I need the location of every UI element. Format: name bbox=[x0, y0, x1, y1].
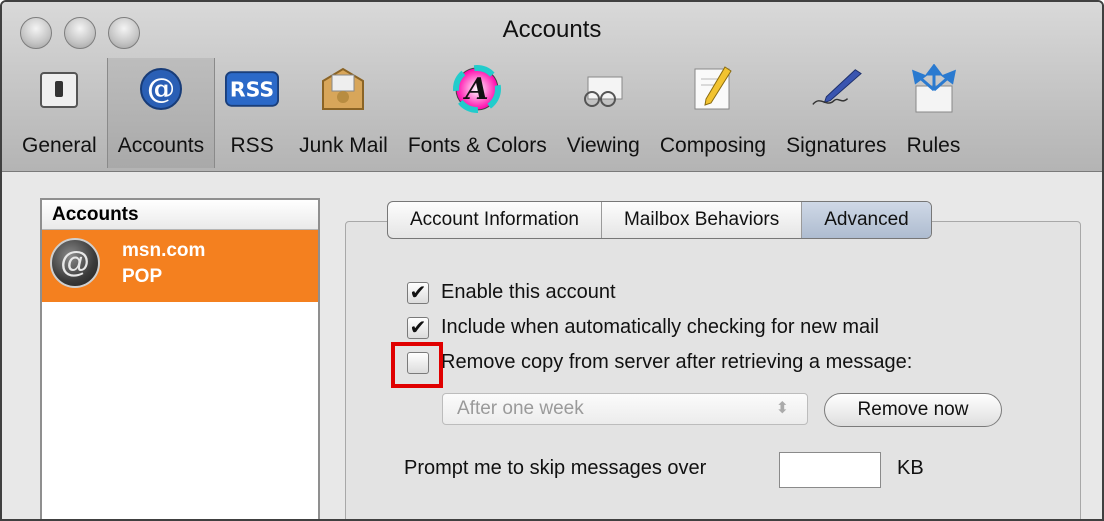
toolbar-label: Composing bbox=[659, 134, 767, 157]
toolbar: Accounts General @ Accounts RSS RSS Junk… bbox=[2, 2, 1102, 172]
prompt-size-input[interactable] bbox=[779, 452, 881, 488]
fonts-colors-icon: A bbox=[450, 64, 504, 114]
toolbar-general[interactable]: General bbox=[12, 58, 107, 168]
toolbar-junk-mail[interactable]: Junk Mail bbox=[289, 58, 398, 168]
junk-mail-icon bbox=[316, 64, 370, 114]
remove-after-value: After one week bbox=[457, 398, 584, 419]
remove-after-select[interactable]: After one week ⬍ bbox=[442, 393, 808, 425]
tab-bar: Account Information Mailbox Behaviors Ad… bbox=[387, 201, 932, 239]
toolbar-fonts-colors[interactable]: A Fonts & Colors bbox=[398, 58, 557, 168]
include-check-label: Include when automatically checking for … bbox=[441, 316, 879, 338]
accounts-list: Accounts @ msn.com POP bbox=[40, 198, 320, 519]
svg-text:RSS: RSS bbox=[230, 77, 274, 101]
remove-copy-label: Remove copy from server after retrieving… bbox=[441, 351, 913, 373]
toolbar-rss[interactable]: RSS RSS bbox=[215, 58, 289, 168]
composing-icon bbox=[686, 64, 740, 114]
tab-account-information[interactable]: Account Information bbox=[388, 202, 602, 238]
rules-arrows-icon bbox=[907, 64, 961, 114]
toolbar-accounts[interactable]: @ Accounts bbox=[106, 58, 216, 168]
enable-account-label: Enable this account bbox=[441, 281, 616, 303]
account-name: msn.com bbox=[122, 240, 206, 261]
include-check-row: ✔ Include when automatically checking fo… bbox=[407, 316, 879, 339]
switch-icon bbox=[32, 64, 86, 114]
toolbar-viewing[interactable]: Viewing bbox=[557, 58, 650, 168]
toolbar-signatures[interactable]: Signatures bbox=[776, 58, 896, 168]
toolbar-label: RSS bbox=[230, 134, 274, 157]
prompt-unit-label: KB bbox=[897, 457, 924, 479]
svg-text:A: A bbox=[463, 72, 489, 107]
tab-advanced[interactable]: Advanced bbox=[802, 202, 931, 238]
account-type: POP bbox=[122, 266, 163, 287]
toolbar-label: Viewing bbox=[566, 134, 640, 157]
account-row-msn[interactable]: @ msn.com POP bbox=[42, 230, 318, 302]
prompt-skip-label: Prompt me to skip messages over bbox=[404, 457, 707, 479]
svg-text:@: @ bbox=[147, 72, 175, 105]
include-check-checkbox[interactable]: ✔ bbox=[407, 316, 429, 339]
toolbar-rules[interactable]: Rules bbox=[897, 58, 971, 168]
enable-account-row: ✔ Enable this account bbox=[407, 281, 616, 304]
highlight-box bbox=[391, 342, 443, 388]
toolbar-label: Fonts & Colors bbox=[407, 134, 547, 157]
signature-pen-icon bbox=[809, 64, 863, 114]
remove-now-button[interactable]: Remove now bbox=[824, 393, 1002, 427]
toolbar-label: Signatures bbox=[786, 134, 887, 157]
remove-copy-row: Remove copy from server after retrieving… bbox=[407, 351, 912, 374]
account-at-icon: @ bbox=[50, 238, 100, 288]
window-title: Accounts bbox=[502, 16, 602, 43]
toolbar-label: Junk Mail bbox=[299, 134, 388, 157]
at-sign-icon: @ bbox=[134, 64, 188, 114]
toolbar-label: Accounts bbox=[117, 134, 205, 157]
enable-account-checkbox[interactable]: ✔ bbox=[407, 281, 429, 304]
accounts-list-header: Accounts bbox=[42, 200, 318, 230]
toolbar-composing[interactable]: Composing bbox=[650, 58, 776, 168]
tab-mailbox-behaviors[interactable]: Mailbox Behaviors bbox=[602, 202, 803, 238]
content-area: Accounts @ msn.com POP Account Informati… bbox=[2, 173, 1102, 519]
updown-arrows-icon: ⬍ bbox=[775, 400, 789, 417]
preferences-window: Accounts General @ Accounts RSS RSS Junk… bbox=[0, 0, 1104, 521]
viewing-icon bbox=[576, 64, 630, 114]
toolbar-label: Rules bbox=[906, 134, 961, 157]
rss-icon: RSS bbox=[225, 64, 280, 114]
toolbar-items: General @ Accounts RSS RSS Junk Mail A F… bbox=[12, 58, 971, 168]
toolbar-label: General bbox=[22, 134, 97, 157]
